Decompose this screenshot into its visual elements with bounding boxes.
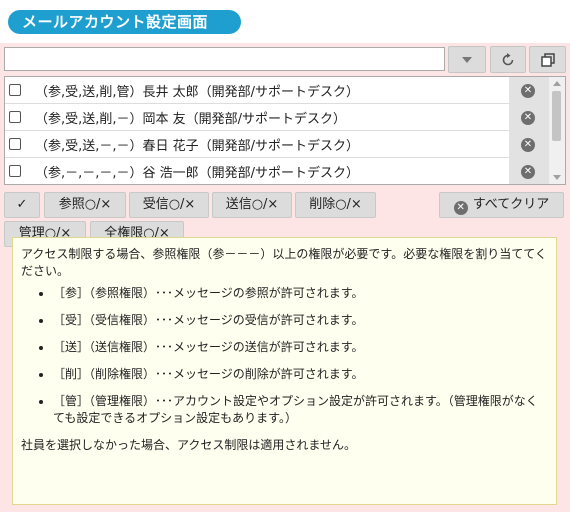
open-window-button[interactable] xyxy=(529,46,566,73)
row-label: （参,受,送,削,管）長井 太郎（開発部/サポートデスク） xyxy=(35,84,360,100)
refresh-icon xyxy=(502,52,514,65)
permission-item: ［削］（削除権限）･･･メッセージの削除が許可されます。 xyxy=(53,366,548,383)
send-permission-button[interactable]: 送信○/× xyxy=(212,192,292,218)
row-checkbox[interactable] xyxy=(9,84,21,96)
help-box: アクセス制限する場合、参照権限（参－－－）以上の権限が必要です。必要な権限を割り… xyxy=(12,237,557,505)
row-label: （参,－,－,－,－）谷 浩一郎（開発部/サポートデスク） xyxy=(35,165,360,181)
clear-icon: ✕ xyxy=(453,201,468,215)
row-label: （参,受,送,－,－）春日 花子（開発部/サポートデスク） xyxy=(35,138,360,154)
list-item[interactable]: （参,受,送,削,管）長井 太郎（開発部/サポートデスク） xyxy=(5,77,509,104)
permission-item: ［送］（送信権限）･･･メッセージの送信が許可されます。 xyxy=(53,339,548,356)
dropdown-button[interactable] xyxy=(448,46,486,73)
delete-permission-button[interactable]: 削除○/× xyxy=(295,192,376,218)
page-title: メールアカウント設定画面 xyxy=(8,10,241,34)
receive-permission-button[interactable]: 受信○/× xyxy=(129,192,209,218)
permission-item: ［参］（参照権限）･･･メッセージの参照が許可されます。 xyxy=(53,285,548,302)
view-permission-button[interactable]: 参照○/× xyxy=(44,192,126,218)
copy-window-icon xyxy=(540,52,555,67)
row-checkbox[interactable] xyxy=(9,165,21,177)
remove-row-icon[interactable]: ✕ xyxy=(521,84,535,98)
remove-column: ✕ ✕ ✕ ✕ xyxy=(509,77,549,184)
employee-list: （参,受,送,削,管）長井 太郎（開発部/サポートデスク） （参,受,送,削,－… xyxy=(4,76,566,185)
row-checkbox[interactable] xyxy=(9,138,21,150)
refresh-button[interactable] xyxy=(490,46,526,73)
help-footer: 社員を選択しなかった場合、アクセス制限は適用されません。 xyxy=(21,438,357,452)
scroll-thumb[interactable] xyxy=(552,91,561,141)
list-item[interactable]: （参,－,－,－,－）谷 浩一郎（開発部/サポートデスク） xyxy=(5,158,509,184)
remove-row-icon[interactable]: ✕ xyxy=(521,165,535,179)
row-checkbox[interactable] xyxy=(9,111,21,123)
list-item[interactable]: （参,受,送,－,－）春日 花子（開発部/サポートデスク） xyxy=(5,131,509,158)
chevron-down-icon xyxy=(462,56,472,63)
clear-all-label: すべてクリア xyxy=(472,197,550,212)
scroll-up-icon[interactable] xyxy=(553,81,561,86)
permission-list: ［参］（参照権限）･･･メッセージの参照が許可されます。 ［受］（受信権限）･･… xyxy=(21,285,548,427)
permission-item: ［管］（管理権限）･･･アカウント設定やオプション設定が許可されます。（管理権限… xyxy=(53,393,548,427)
scroll-down-icon[interactable] xyxy=(553,175,561,180)
list-scrollbar[interactable] xyxy=(549,77,565,184)
check-button[interactable]: ✓ xyxy=(4,192,40,218)
permission-item: ［受］（受信権限）･･･メッセージの受信が許可されます。 xyxy=(53,312,548,329)
search-input[interactable] xyxy=(4,47,445,71)
row-label: （参,受,送,削,－）岡本 友（開発部/サポートデスク） xyxy=(35,111,347,127)
list-item[interactable]: （参,受,送,削,－）岡本 友（開発部/サポートデスク） xyxy=(5,104,509,131)
clear-all-button[interactable]: ✕ すべてクリア xyxy=(439,192,564,218)
remove-row-icon[interactable]: ✕ xyxy=(521,111,535,125)
remove-row-icon[interactable]: ✕ xyxy=(521,138,535,152)
help-intro: アクセス制限する場合、参照権限（参－－－）以上の権限が必要です。必要な権限を割り… xyxy=(21,247,547,278)
